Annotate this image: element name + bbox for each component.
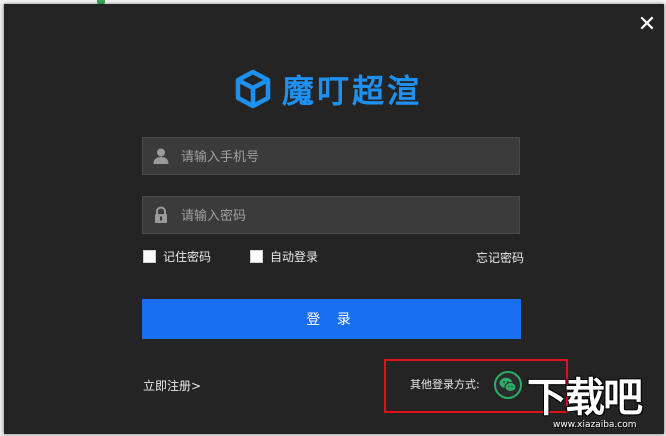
forgot-password-link[interactable]: 忘记密码 (476, 249, 524, 266)
wechat-login-button[interactable] (494, 371, 522, 399)
other-login-label: 其他登录方式: (410, 378, 480, 391)
phone-field[interactable] (142, 137, 520, 176)
auto-login-label: 自动登录 (270, 250, 319, 264)
auto-login-checkbox[interactable] (250, 250, 263, 263)
password-input[interactable] (179, 197, 513, 235)
close-icon[interactable]: ✕ (636, 14, 658, 36)
login-dialog: ✕ 魔叮超渲 记住密码 自动登录 忘记密码 登 录 立即注册> 其他登 (4, 4, 664, 434)
remember-password-option[interactable]: 记住密码 (143, 248, 211, 265)
watermark: 下载吧 www.xiazaiba.com (527, 376, 663, 434)
login-button[interactable]: 登 录 (142, 299, 521, 339)
lock-icon (155, 206, 167, 223)
phone-input[interactable] (179, 138, 513, 176)
cube-icon (235, 69, 271, 109)
user-icon (153, 148, 169, 164)
password-field[interactable] (142, 196, 520, 235)
watermark-logo-text: 下载吧 (527, 375, 643, 421)
app-logo: 魔叮超渲 (234, 64, 444, 114)
register-link[interactable]: 立即注册> (143, 377, 201, 394)
wechat-icon (499, 377, 517, 392)
remember-password-label: 记住密码 (163, 250, 212, 264)
remember-password-checkbox[interactable] (143, 250, 156, 263)
auto-login-option[interactable]: 自动登录 (250, 248, 318, 265)
watermark-url: www.xiazaiba.com (553, 420, 637, 430)
app-name: 魔叮超渲 (282, 72, 423, 110)
